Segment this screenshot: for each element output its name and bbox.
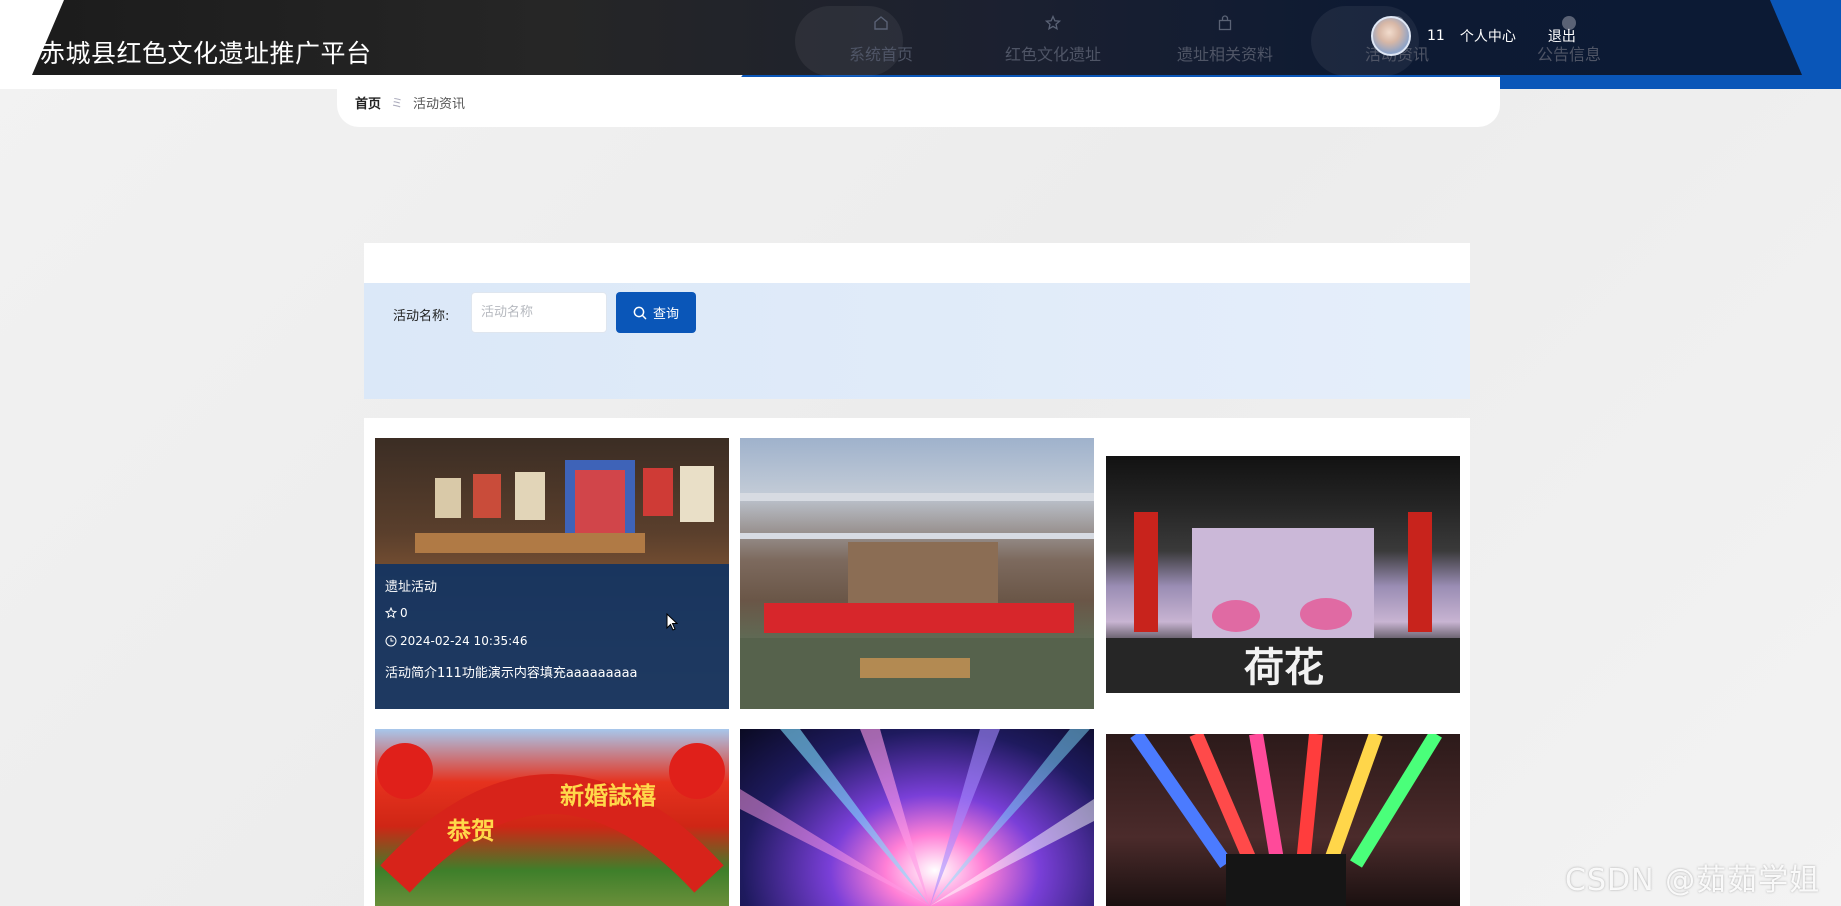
search-header-strip <box>364 243 1470 283</box>
activity-card[interactable]: 遗址活动 0 2024-02-24 10:35:46 活动简介111功能演示内容… <box>375 438 729 709</box>
search-label: 活动名称: <box>393 309 450 324</box>
card-title: 遗址活动 <box>385 580 438 595</box>
home-icon <box>873 15 889 35</box>
breadcrumb-separator: ミ <box>391 95 404 110</box>
avatar[interactable] <box>1371 16 1411 56</box>
search-button[interactable]: 查询 <box>616 292 696 333</box>
search-icon <box>633 306 647 319</box>
activity-card[interactable] <box>740 729 1094 906</box>
nav-item-red-sites[interactable]: 红色文化遗址 <box>967 4 1139 76</box>
breadcrumb: 首页 ミ 活动资讯 <box>337 77 1500 127</box>
site-title: 赤城县红色文化遗址推广平台 <box>40 39 372 68</box>
user-name: 11 <box>1427 28 1445 44</box>
activity-card[interactable]: 恭贺 新婚誌禧 <box>375 729 729 906</box>
activity-name-input[interactable] <box>471 292 607 333</box>
clock-icon <box>385 635 397 647</box>
bag-icon <box>1217 15 1233 35</box>
user-area: 11 个人中心 退出 <box>1371 16 1576 56</box>
activity-card[interactable] <box>1106 734 1460 906</box>
mouse-cursor-icon <box>666 613 678 631</box>
card-likes: 0 <box>385 606 408 620</box>
activity-card[interactable] <box>740 438 1094 709</box>
svg-text:荷花: 荷花 <box>1244 645 1324 691</box>
red-arch-photo: 恭贺 新婚誌禧 <box>375 729 729 906</box>
activity-gallery: 遗址活动 0 2024-02-24 10:35:46 活动简介111功能演示内容… <box>364 418 1470 906</box>
star-outline-icon <box>385 607 397 619</box>
nav-label: 遗址相关资料 <box>1176 45 1273 64</box>
nav-label: 红色文化遗址 <box>1004 45 1101 64</box>
outdoor-stage-photo <box>740 438 1094 709</box>
card-info-overlay: 遗址活动 0 2024-02-24 10:35:46 活动简介111功能演示内容… <box>375 564 729 709</box>
card-description: 活动简介111功能演示内容填充aaaaaaaaa <box>385 666 638 681</box>
top-header: 赤城县红色文化遗址推广平台 系统首页 红色文化遗址 遗址相关资料 公告信息 11… <box>0 0 1841 89</box>
nav-item-site-materials[interactable]: 遗址相关资料 <box>1139 4 1311 76</box>
breadcrumb-current: 活动资讯 <box>413 96 466 112</box>
activity-card[interactable]: 荷花 <box>1106 456 1460 693</box>
search-button-label: 查询 <box>652 307 679 322</box>
star-icon <box>1044 14 1062 35</box>
svg-text:新婚誌禧: 新婚誌禧 <box>560 782 656 810</box>
svg-text:恭贺: 恭贺 <box>446 817 495 845</box>
nav-label: 系统首页 <box>848 45 913 64</box>
logout-link[interactable]: 退出 <box>1548 26 1576 46</box>
user-center-link[interactable]: 个人中心 <box>1460 26 1516 46</box>
rainbow-ceiling-photo <box>1106 734 1460 906</box>
stage-light-photo <box>740 729 1094 906</box>
breadcrumb-home[interactable]: 首页 <box>355 93 381 112</box>
card-time-value: 2024-02-24 10:35:46 <box>400 634 528 648</box>
nav-item-home[interactable]: 系统首页 <box>795 4 967 76</box>
lotus-stage-photo: 荷花 <box>1106 456 1460 693</box>
search-panel: 活动名称: 查询 <box>364 283 1470 399</box>
card-time: 2024-02-24 10:35:46 <box>385 634 527 648</box>
card-likes-count: 0 <box>400 606 408 620</box>
watermark: CSDN @茹茹学姐 <box>1565 863 1821 898</box>
